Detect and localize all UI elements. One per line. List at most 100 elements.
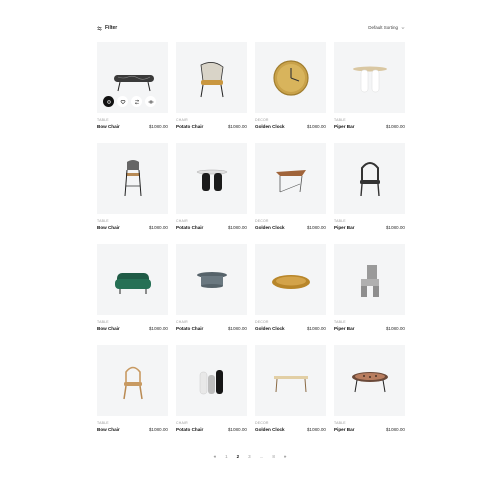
product-image[interactable]: [176, 345, 247, 416]
product-image[interactable]: [334, 143, 405, 214]
prev-page-button[interactable]: «: [214, 454, 217, 459]
product-meta: TABLE Piper Bar $1080.00: [334, 118, 405, 129]
green-sofa-icon: [114, 272, 151, 294]
product-price: $1080.00: [385, 124, 405, 129]
product-name[interactable]: Piper Bar: [334, 225, 354, 230]
product-name[interactable]: Golden Clock: [255, 326, 285, 331]
product-card[interactable]: DECOR Golden Clock $1080.00: [255, 345, 326, 432]
product-image[interactable]: [255, 345, 326, 416]
product-meta: TABLE Bow Chair $1080.00: [97, 219, 168, 230]
heart-icon: [120, 99, 125, 104]
product-price: $1080.00: [385, 427, 405, 432]
sorting-dropdown[interactable]: Default Sorting: [368, 25, 405, 30]
black-chair-icon: [359, 161, 380, 196]
product-name[interactable]: Potato Chair: [176, 326, 203, 331]
next-page-button[interactable]: »: [284, 454, 287, 459]
page-2[interactable]: 2: [237, 454, 240, 459]
product-name[interactable]: Potato Chair: [176, 124, 203, 129]
product-meta: TABLE Piper Bar $1080.00: [334, 320, 405, 331]
stone-table-icon: [196, 271, 227, 288]
product-image[interactable]: [176, 42, 247, 113]
product-image[interactable]: [334, 345, 405, 416]
product-meta: DECOR Golden Clock $1080.00: [255, 219, 326, 230]
product-name[interactable]: Golden Clock: [255, 124, 285, 129]
product-name[interactable]: Bow Chair: [97, 427, 120, 432]
product-card[interactable]: TABLE Bow Chair $1080.00: [97, 345, 168, 432]
product-card[interactable]: TABLE Bow Chair $1080.00: [97, 42, 168, 129]
product-name[interactable]: Bow Chair: [97, 124, 120, 129]
product-meta: TABLE Bow Chair $1080.00: [97, 118, 168, 129]
product-category: DECOR: [255, 320, 269, 324]
product-card[interactable]: CHAIR Potato Chair $1080.00: [176, 244, 247, 331]
page-8[interactable]: 8: [272, 454, 275, 459]
wire-table-icon: [275, 169, 306, 192]
product-category: DECOR: [255, 219, 269, 223]
product-price: $1080.00: [306, 427, 326, 432]
product-name[interactable]: Bow Chair: [97, 326, 120, 331]
product-image[interactable]: [176, 143, 247, 214]
grey-block-chair-icon: [360, 264, 379, 297]
product-image[interactable]: [334, 42, 405, 113]
product-card[interactable]: DECOR Golden Clock $1080.00: [255, 244, 326, 331]
product-image[interactable]: [97, 345, 168, 416]
filter-label: Filter: [105, 25, 118, 31]
sorting-label: Default Sorting: [368, 25, 398, 30]
page-3[interactable]: 3: [248, 454, 251, 459]
product-image[interactable]: [255, 244, 326, 315]
page-ellipsis: ...: [259, 454, 264, 459]
product-price: $1080.00: [227, 225, 247, 230]
product-card[interactable]: TABLE Piper Bar $1080.00: [334, 345, 405, 432]
product-price: $1080.00: [148, 326, 168, 331]
product-card[interactable]: DECOR Golden Clock $1080.00: [255, 143, 326, 230]
product-name[interactable]: Piper Bar: [334, 427, 354, 432]
product-card[interactable]: TABLE Bow Chair $1080.00: [97, 244, 168, 331]
marble-bench-icon: [113, 74, 154, 91]
cart-icon: [106, 99, 111, 104]
product-card[interactable]: CHAIR Potato Chair $1080.00: [176, 42, 247, 129]
product-card[interactable]: TABLE Piper Bar $1080.00: [334, 244, 405, 331]
product-category: CHAIR: [176, 219, 188, 223]
product-card[interactable]: DECOR Golden Clock $1080.00: [255, 42, 326, 129]
heart-button[interactable]: [117, 96, 128, 107]
product-meta: TABLE Piper Bar $1080.00: [334, 219, 405, 230]
product-name[interactable]: Potato Chair: [176, 427, 203, 432]
round-side-table-icon: [352, 66, 387, 92]
chevron-down-icon: [401, 26, 405, 29]
product-meta: TABLE Bow Chair $1080.00: [97, 320, 168, 331]
product-name[interactable]: Piper Bar: [334, 326, 354, 331]
product-image[interactable]: [176, 244, 247, 315]
compare-button[interactable]: [131, 96, 142, 107]
product-image[interactable]: [97, 143, 168, 214]
product-name[interactable]: Bow Chair: [97, 225, 120, 230]
product-card[interactable]: TABLE Piper Bar $1080.00: [334, 42, 405, 129]
product-price: $1080.00: [306, 225, 326, 230]
product-image[interactable]: [334, 244, 405, 315]
product-meta: TABLE Bow Chair $1080.00: [97, 421, 168, 432]
mosaic-table-icon: [351, 371, 388, 392]
product-grid: TABLE Bow Chair $1080.00 CHAIR Potato Chair $…: [97, 42, 405, 432]
product-price: $1080.00: [148, 427, 168, 432]
product-price: $1080.00: [148, 124, 168, 129]
product-name[interactable]: Piper Bar: [334, 124, 354, 129]
cart-button[interactable]: [103, 96, 114, 107]
product-card[interactable]: TABLE Bow Chair $1080.00: [97, 143, 168, 230]
product-image[interactable]: [97, 42, 168, 113]
product-name[interactable]: Golden Clock: [255, 225, 285, 230]
filter-button[interactable]: Filter: [97, 25, 117, 31]
product-category: TABLE: [334, 219, 346, 223]
product-image[interactable]: [255, 42, 326, 113]
product-image[interactable]: [255, 143, 326, 214]
eye-button[interactable]: [145, 96, 156, 107]
product-category: DECOR: [255, 118, 269, 122]
product-meta: TABLE Piper Bar $1080.00: [334, 421, 405, 432]
product-name[interactable]: Golden Clock: [255, 427, 285, 432]
product-card[interactable]: CHAIR Potato Chair $1080.00: [176, 143, 247, 230]
product-name[interactable]: Potato Chair: [176, 225, 203, 230]
product-card[interactable]: TABLE Piper Bar $1080.00: [334, 143, 405, 230]
product-image[interactable]: [97, 244, 168, 315]
product-card[interactable]: CHAIR Potato Chair $1080.00: [176, 345, 247, 432]
page-1[interactable]: 1: [225, 454, 228, 459]
lounge-chair-icon: [200, 61, 223, 97]
product-price: $1080.00: [306, 124, 326, 129]
product-price: $1080.00: [227, 124, 247, 129]
